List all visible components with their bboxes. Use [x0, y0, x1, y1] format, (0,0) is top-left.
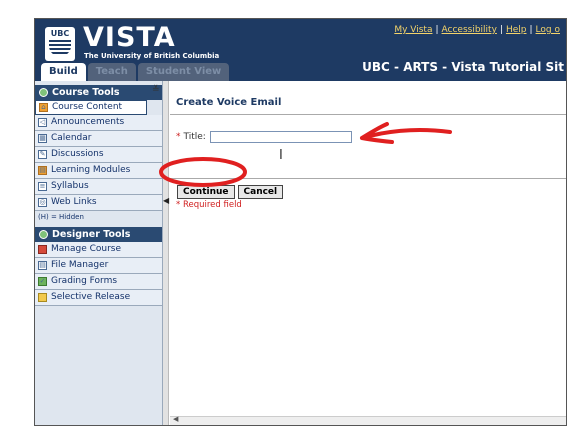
form-buttons: Continue Cancel: [177, 185, 284, 199]
university-name: The University of British Columbia: [84, 52, 220, 60]
cancel-button[interactable]: Cancel: [237, 185, 284, 199]
sidebar-item-announcements[interactable]: ◁ Announcements: [35, 115, 162, 131]
sidebar-item-file-manager[interactable]: ▤ File Manager: [35, 258, 162, 274]
my-vista-link[interactable]: My Vista: [394, 25, 432, 35]
vista-header: UBC VISTA The University of British Colu…: [35, 19, 566, 81]
calendar-icon: ▦: [38, 134, 47, 143]
log-out-link[interactable]: Log o: [536, 25, 560, 35]
horizontal-scrollbar[interactable]: ◀: [170, 415, 566, 425]
title-input[interactable]: [209, 131, 352, 143]
collapse-arrow-icon[interactable]: ◀: [163, 196, 169, 205]
help-link[interactable]: Help: [506, 25, 527, 35]
course-tools-heading[interactable]: Course Tools: [35, 85, 162, 100]
chevron-down-icon[interactable]: ≚: [152, 85, 160, 95]
designer-tools-icon: [39, 230, 48, 239]
web-link-icon: ◎: [38, 198, 47, 207]
tab-build[interactable]: Build: [41, 63, 86, 81]
sidebar-item-selective-release[interactable]: Selective Release: [35, 290, 162, 306]
text-cursor-icon: I: [279, 148, 283, 163]
manage-course-icon: [38, 245, 47, 254]
module-icon: ▤: [38, 166, 47, 175]
top-links: My Vista | Accessibility | Help | Log o: [394, 25, 560, 35]
sidebar-item-discussions[interactable]: ✎ Discussions: [35, 147, 162, 163]
continue-button[interactable]: Continue: [177, 185, 235, 199]
sidebar-item-calendar[interactable]: ▦ Calendar: [35, 131, 162, 147]
sidebar-item-manage-course[interactable]: Manage Course: [35, 242, 162, 258]
divider: [170, 178, 566, 179]
discussion-icon: ✎: [38, 150, 47, 159]
accessibility-link[interactable]: Accessibility: [442, 25, 497, 35]
tab-student-view[interactable]: Student View: [137, 63, 230, 81]
title-field-row: * Title:: [176, 131, 352, 143]
sidebar-splitter[interactable]: ◀: [163, 81, 169, 425]
tab-teach[interactable]: Teach: [87, 63, 136, 81]
main-content: Create Voice Email * Title: I Continue C…: [170, 81, 566, 425]
sidebar-item-learning-modules[interactable]: ▤ Learning Modules: [35, 163, 162, 179]
required-field-note: * Required field: [176, 200, 242, 210]
sidebar-item-syllabus[interactable]: ≡ Syllabus: [35, 179, 162, 195]
role-tabs: Build Teach Student View: [41, 63, 230, 81]
home-icon: ⌂: [39, 103, 48, 112]
divider: [170, 114, 566, 115]
syllabus-icon: ≡: [38, 182, 47, 191]
hidden-legend: (H) = Hidden: [38, 213, 84, 221]
sidebar-item-grading-forms[interactable]: ✓ Grading Forms: [35, 274, 162, 290]
sidebar-item-course-content[interactable]: ⌂ Course Content: [35, 100, 147, 115]
sidebar: Course Tools ⌂ Course Content ◁ Announce…: [35, 81, 163, 425]
browser-frame: UBC VISTA The University of British Colu…: [34, 18, 567, 426]
required-marker: *: [176, 132, 181, 142]
grading-forms-icon: ✓: [38, 277, 47, 286]
sidebar-item-web-links[interactable]: ◎ Web Links: [35, 195, 162, 211]
ubc-crest-logo: UBC: [45, 27, 75, 61]
course-title: UBC - ARTS - Vista Tutorial Sit: [362, 60, 564, 74]
course-tools-icon: [39, 88, 48, 97]
file-manager-icon: ▤: [38, 261, 47, 270]
title-label: Title:: [183, 132, 206, 142]
scroll-left-icon[interactable]: ◀: [173, 415, 178, 423]
app-name: VISTA: [83, 22, 176, 53]
page-title: Create Voice Email: [176, 97, 282, 108]
selective-release-icon: [38, 293, 47, 302]
designer-tools-heading[interactable]: Designer Tools: [35, 227, 162, 242]
megaphone-icon: ◁: [38, 118, 47, 127]
